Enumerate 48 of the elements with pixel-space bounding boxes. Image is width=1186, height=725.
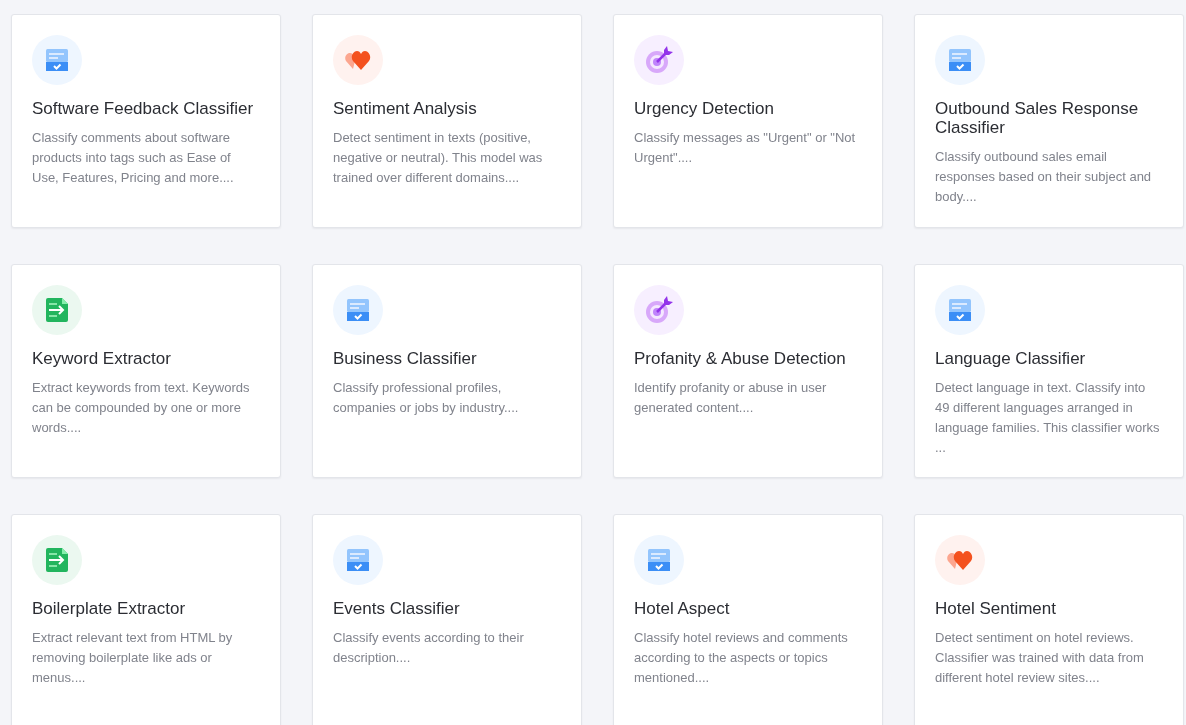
model-card[interactable]: Boilerplate Extractor Extract relevant text from HTML by removing boilerplate like ads or menus.... xyxy=(11,514,281,725)
card-title: Hotel Aspect xyxy=(634,599,731,618)
hearts-icon xyxy=(947,549,973,571)
model-card[interactable]: Business Classifier Classify professional profiles, companies or jobs by industry.... xyxy=(312,264,582,478)
card-title: Language Classifier xyxy=(935,349,1087,368)
card-title: Outbound Sales Response Classifier xyxy=(935,99,1140,137)
model-card[interactable]: Events Classifier Classify events according to their description.... xyxy=(312,514,582,725)
document-arrow-icon xyxy=(46,298,68,322)
model-card[interactable]: Urgency Detection Classify messages as "Urgent" or "Not Urgent".... xyxy=(613,14,883,228)
card-description: Classify messages as "Urgent" or "Not Urgent".... xyxy=(634,129,857,167)
target-icon xyxy=(645,46,673,74)
card-description: Identify profanity or abuse in user generated content.... xyxy=(634,379,828,417)
card-description: Detect sentiment on hotel reviews. Classifier was trained with data from different hotel review sites.... xyxy=(935,629,1145,687)
model-card[interactable]: Hotel Aspect Classify hotel reviews and comments according to the aspects or topics mentioned.... xyxy=(613,514,883,725)
card-title: Boilerplate Extractor xyxy=(32,599,187,618)
card-description: Classify events according to their description.... xyxy=(333,629,525,667)
card-description: Detect sentiment in texts (positive, negative or neutral). This model was trained over different domains.... xyxy=(333,129,544,187)
card-description: Extract relevant text from HTML by removing boilerplate like ads or menus.... xyxy=(32,629,234,687)
document-check-icon xyxy=(46,49,68,71)
card-title: Sentiment Analysis xyxy=(333,99,478,118)
card-title: Hotel Sentiment xyxy=(935,599,1057,618)
model-card[interactable]: Hotel Sentiment Detect sentiment on hotel reviews. Classifier was trained with data from different hotel review sites.... xyxy=(914,514,1184,725)
target-icon xyxy=(645,296,673,324)
document-check-icon xyxy=(949,49,971,71)
document-check-icon xyxy=(347,299,369,321)
card-title: Business Classifier xyxy=(333,349,478,368)
model-card[interactable]: Keyword Extractor Extract keywords from text. Keywords can be compounded by one or more words.... xyxy=(11,264,281,478)
model-card[interactable]: Software Feedback Classifier Classify comments about software products into tags such as Ease of Use, Features, Pricing and more.... xyxy=(11,14,281,228)
model-card[interactable]: Sentiment Analysis Detect sentiment in texts (positive, negative or neutral). This model was trained over different domains.... xyxy=(312,14,582,228)
document-arrow-icon xyxy=(46,548,68,572)
card-title: Keyword Extractor xyxy=(32,349,172,368)
model-card[interactable]: Language Classifier Detect language in text. Classify into 49 different languages arranged in language families. This classifier works ... xyxy=(914,264,1184,478)
model-card[interactable]: Outbound Sales Response Classifier Classify outbound sales email responses based on their subject and body.... xyxy=(914,14,1184,228)
document-check-icon xyxy=(347,549,369,571)
model-card[interactable]: Profanity & Abuse Detection Identify profanity or abuse in user generated content.... xyxy=(613,264,883,478)
card-description: Classify hotel reviews and comments according to the aspects or topics mentioned.... xyxy=(634,629,849,687)
card-title: Software Feedback Classifier xyxy=(32,99,255,118)
card-title: Events Classifier xyxy=(333,599,461,618)
document-check-icon xyxy=(949,299,971,321)
hearts-icon xyxy=(345,49,371,71)
card-description: Classify outbound sales email responses based on their subject and body.... xyxy=(935,148,1153,206)
card-description: Classify comments about software products into tags such as Ease of Use, Features, Pricing and more.... xyxy=(32,129,235,187)
card-description: Detect language in text. Classify into 49 different languages arranged in language families. This classifier works ... xyxy=(935,379,1161,457)
card-description: Classify professional profiles, companies or jobs by industry.... xyxy=(333,379,520,417)
card-title: Profanity & Abuse Detection xyxy=(634,349,847,368)
card-description: Extract keywords from text. Keywords can be compounded by one or more words.... xyxy=(32,379,251,437)
card-title: Urgency Detection xyxy=(634,99,775,118)
document-check-icon xyxy=(648,549,670,571)
